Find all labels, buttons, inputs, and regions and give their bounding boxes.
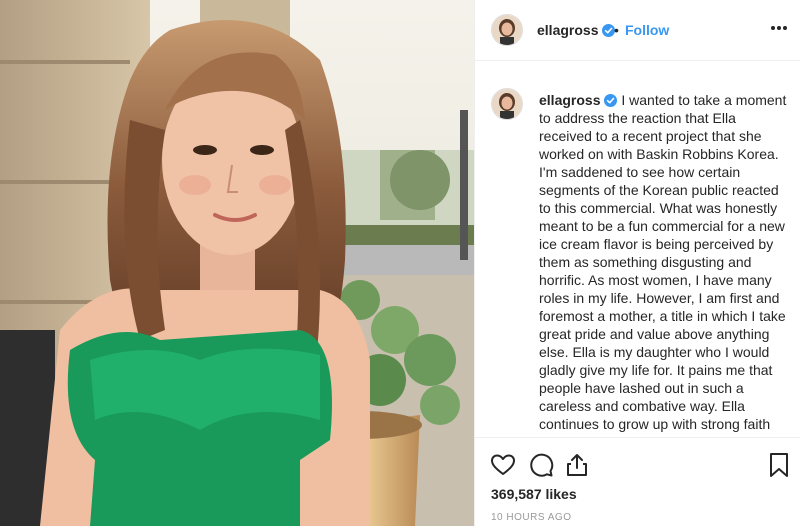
caption-area[interactable]: ellagross I wanted to take a moment to a… [475, 61, 800, 437]
caption-avatar[interactable] [491, 88, 523, 120]
avatar-image [492, 89, 522, 119]
share-icon[interactable] [563, 451, 591, 479]
comment-icon[interactable] [527, 451, 555, 479]
username-link[interactable]: ellagross [537, 22, 616, 38]
instagram-post: ellagross • Follow ellagross I wanted to… [0, 0, 800, 526]
caption-body: I wanted to take a moment to address the… [539, 92, 787, 432]
heart-icon[interactable] [489, 451, 517, 479]
action-bar [475, 437, 800, 487]
caption-text: ellagross I wanted to take a moment to a… [539, 91, 787, 433]
post-photo[interactable] [0, 0, 474, 526]
separator-dot: • [614, 22, 619, 38]
follow-button[interactable]: Follow [625, 22, 669, 38]
post-timestamp[interactable]: 10 HOURS AGO [491, 512, 571, 523]
username-text: ellagross [537, 22, 599, 38]
more-options-icon[interactable] [765, 14, 793, 42]
likes-count[interactable]: 369,587 likes [491, 486, 577, 502]
caption-username[interactable]: ellagross [539, 92, 600, 108]
avatar[interactable] [491, 14, 523, 46]
post-sidebar: ellagross • Follow ellagross I wanted to… [474, 0, 800, 526]
post-header: ellagross • Follow [475, 0, 800, 61]
avatar-image [492, 15, 522, 45]
post-photo-illustration [0, 0, 474, 526]
verified-badge-icon [604, 94, 618, 107]
bookmark-icon[interactable] [765, 451, 793, 479]
